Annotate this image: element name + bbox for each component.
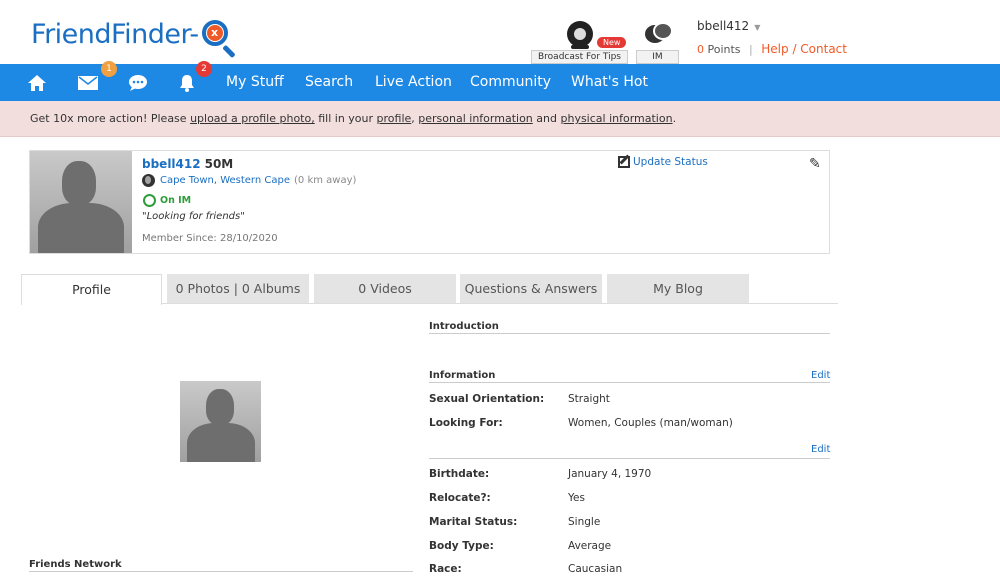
nav-my-stuff[interactable]: My Stuff [226,64,284,101]
profile-quote: "Looking for friends" [142,211,245,222]
profile-username[interactable]: bbell412 [142,157,201,171]
profile-completion-alert: Get 10x more action! Please upload a pro… [0,101,1000,137]
edit-icon [618,156,630,168]
introduction-divider [429,333,830,334]
profile-card: bbell412 50M Cape Town, Western Cape (0 k… [29,150,830,254]
relocate-value: Yes [568,492,585,504]
personal-divider [429,458,830,459]
caret-down-icon: ▼ [754,23,761,32]
main-navbar: 1 2 My Stuff Search Live Action Communit… [0,61,1000,101]
profile-name: bbell412 50M [142,157,233,171]
logo-badge: x [206,25,223,41]
tabs-divider [162,303,838,304]
distance-text: (0 km away) [294,175,357,186]
location-text[interactable]: Cape Town, Western Cape [160,175,290,186]
race-value: Caucasian [568,563,623,575]
introduction-title: Introduction [429,321,499,332]
upload-photo-link[interactable]: upload a profile photo, [190,112,315,125]
nav-whats-hot[interactable]: What's Hot [571,64,648,101]
information-title: Information [429,370,496,381]
home-icon[interactable] [26,64,48,101]
relocate-label: Relocate?: [429,492,491,504]
im-status: On IM [143,194,191,207]
looking-for-label: Looking For: [429,417,503,429]
username: bbell412 [697,19,750,33]
webcam-icon [567,21,593,47]
birthdate-label: Birthdate: [429,468,490,480]
im-status-text: On IM [160,195,192,206]
top-header: FriendFinder- x New Broadcast For Tips I… [0,0,1000,64]
tab-questions-answers[interactable]: Questions & Answers [460,274,602,304]
friends-divider [29,571,413,572]
friends-network-title: Friends Network [29,559,122,570]
birthdate-value: January 4, 1970 [568,468,652,480]
points-label: Points [707,43,741,56]
broadcast-button[interactable]: New Broadcast For Tips [531,19,628,64]
bell-icon[interactable] [177,64,197,101]
body-type-label: Body Type: [429,540,494,552]
alerts-badge: 2 [196,61,212,77]
points-line: 0 Points | Help / Contact [697,42,847,56]
profile-photo-placeholder[interactable] [180,381,261,462]
broadcast-label: Broadcast For Tips [531,50,628,64]
user-menu[interactable]: bbell412 ▼ [697,19,760,33]
mail-icon[interactable] [77,64,99,101]
physical-info-link[interactable]: physical information [560,112,672,125]
information-divider [429,382,830,383]
sexual-orientation-label: Sexual Orientation: [429,393,545,405]
tab-videos[interactable]: 0 Videos [314,274,456,304]
tab-photos[interactable]: 0 Photos | 0 Albums [167,274,309,304]
new-badge: New [597,37,627,48]
member-since: Member Since: 28/10/2020 [142,233,278,244]
logo-text: FriendFinder- [31,18,199,50]
mail-badge: 1 [101,61,117,77]
race-label: Race: [429,563,462,575]
nav-search[interactable]: Search [305,64,353,101]
chat-icon[interactable] [127,64,149,101]
personal-info-link[interactable]: personal information [418,112,533,125]
points-value: 0 [697,43,704,56]
im-status-icon [143,194,156,207]
im-button[interactable]: IM [636,19,679,64]
tools-icon[interactable]: ✎ [809,156,825,172]
nav-live-action[interactable]: Live Action [375,64,452,101]
body-type-value: Average [568,540,612,552]
tab-profile[interactable]: Profile [21,274,162,305]
sexual-orientation-value: Straight [568,393,610,405]
friendfinder-logo[interactable]: FriendFinder- x [31,14,240,59]
im-label: IM [636,50,679,64]
marital-status-label: Marital Status: [429,516,518,528]
nav-community[interactable]: Community [470,64,551,101]
globe-icon [142,174,155,187]
alert-text: Get 10x more action! Please [30,112,191,125]
marital-status-value: Single [568,516,601,528]
profile-age-gender: 50M [204,157,234,171]
magnifier-logo-icon: x [200,14,240,59]
edit-information-link[interactable]: Edit [811,370,830,381]
update-status-button[interactable]: Update Status [618,156,708,168]
profile-link[interactable]: profile [377,112,412,125]
profile-location: Cape Town, Western Cape (0 km away) [142,174,356,187]
tab-my-blog[interactable]: My Blog [607,274,749,304]
looking-for-value: Women, Couples (man/woman) [568,417,733,429]
separator: | [749,43,753,56]
avatar[interactable] [30,151,132,253]
edit-personal-link[interactable]: Edit [811,444,830,455]
help-contact-link[interactable]: Help / Contact [761,42,847,56]
